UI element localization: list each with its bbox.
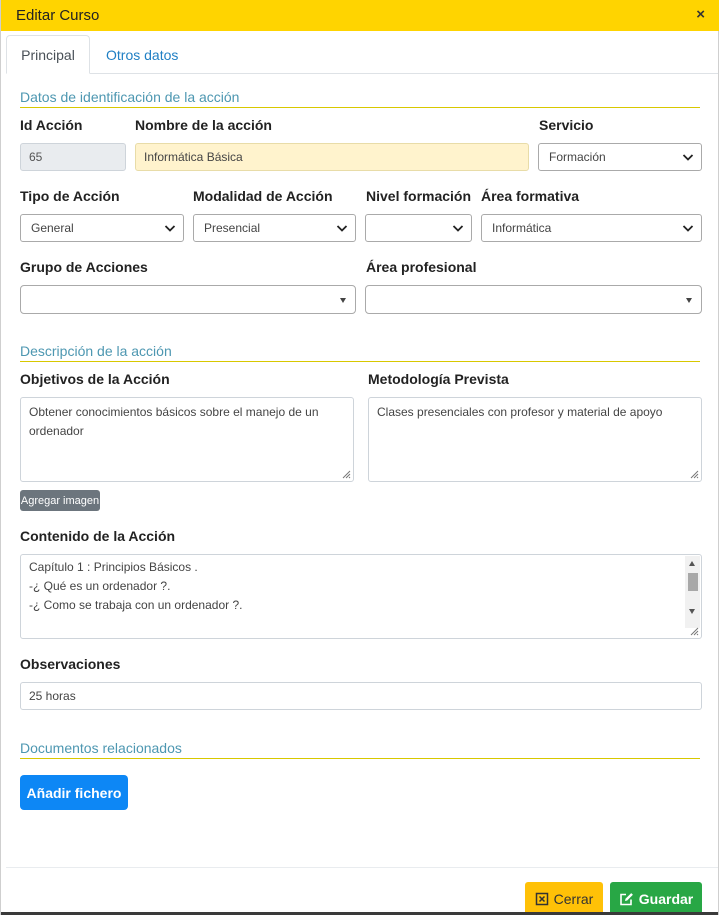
caret-down-icon (686, 298, 692, 303)
grupo-acciones-select[interactable] (20, 285, 356, 314)
label-objetivos: Objetivos de la Acción (20, 371, 170, 387)
label-metodologia: Metodología Prevista (368, 371, 509, 387)
resize-grip-icon[interactable] (690, 627, 699, 636)
servicio-select[interactable]: Formación (538, 143, 702, 171)
guardar-label: Guardar (638, 890, 694, 907)
cerrar-button[interactable]: Cerrar (525, 882, 603, 915)
section-title-documentos: Documentos relacionados (20, 740, 700, 759)
chevron-down-icon (336, 225, 348, 232)
tipo-accion-value: General (31, 221, 74, 235)
resize-grip-icon[interactable] (690, 470, 699, 479)
label-modalidad: Modalidad de Acción (193, 188, 333, 204)
chevron-down-icon (682, 154, 694, 161)
nivel-formacion-select[interactable] (365, 214, 472, 242)
guardar-button[interactable]: Guardar (610, 882, 702, 915)
contenido-textarea[interactable]: Capítulo 1 : Principios Básicos . -¿ Qué… (20, 554, 702, 639)
footer-divider (6, 867, 718, 868)
area-formativa-value: Informática (492, 221, 552, 235)
area-profesional-select[interactable] (365, 285, 702, 314)
modalidad-select[interactable]: Presencial (193, 214, 356, 242)
tab-bar: Principal Otros datos (6, 35, 718, 74)
label-nivel-formacion: Nivel formación (366, 188, 472, 204)
contenido-line: -¿ Qué es un ordenador ?. (29, 579, 171, 593)
close-box-icon (535, 892, 548, 905)
label-id-accion: Id Acción (20, 117, 83, 133)
label-grupo-acciones: Grupo de Acciones (20, 259, 148, 275)
cerrar-label: Cerrar (553, 890, 594, 907)
objetivos-textarea[interactable]: Obtener conocimientos básicos sobre el m… (20, 397, 354, 482)
metodologia-text: Clases presenciales con profesor y mater… (377, 405, 663, 419)
add-file-button[interactable]: Añadir fichero (20, 775, 128, 810)
tab-otros-datos[interactable]: Otros datos (92, 35, 192, 74)
label-tipo-accion: Tipo de Acción (20, 188, 120, 204)
resize-grip-icon[interactable] (342, 470, 351, 479)
metodologia-textarea[interactable]: Clases presenciales con profesor y mater… (368, 397, 702, 482)
caret-down-icon (340, 298, 346, 303)
label-servicio: Servicio (539, 117, 594, 133)
modal-title: Editar Curso (16, 7, 100, 24)
modal-header: Editar Curso × (1, 0, 719, 31)
add-image-button[interactable]: Agregar imagen (20, 490, 100, 511)
scrollbar-thumb[interactable] (688, 573, 698, 591)
label-area-profesional: Área profesional (366, 259, 477, 275)
modalidad-value: Presencial (204, 221, 261, 235)
label-nombre-accion: Nombre de la acción (135, 117, 272, 133)
scroll-down-icon[interactable] (689, 609, 695, 614)
contenido-line: -¿ Como se trabaja con un ordenador ?. (29, 598, 243, 612)
edit-course-modal: Editar Curso × Principal Otros datos Dat… (0, 0, 719, 915)
chevron-down-icon (452, 225, 464, 232)
tab-principal[interactable]: Principal (6, 35, 90, 74)
section-title-identificacion: Datos de identificación de la acción (20, 89, 700, 108)
scroll-up-icon[interactable] (689, 561, 695, 566)
edit-icon (619, 892, 633, 905)
tipo-accion-select[interactable]: General (20, 214, 184, 242)
contenido-line: Capítulo 1 : Principios Básicos . (29, 560, 198, 574)
area-formativa-select[interactable]: Informática (481, 214, 702, 242)
servicio-select-value: Formación (549, 150, 606, 164)
scrollbar[interactable] (685, 556, 700, 628)
id-accion-field: 65 (20, 143, 126, 171)
chevron-down-icon (164, 225, 176, 232)
chevron-down-icon (682, 225, 694, 232)
section-title-descripcion: Descripción de la acción (20, 343, 700, 362)
label-observaciones: Observaciones (20, 656, 121, 672)
objetivos-text: Obtener conocimientos básicos sobre el m… (29, 405, 319, 438)
close-icon[interactable]: × (696, 6, 705, 24)
observaciones-field[interactable]: 25 horas (20, 682, 702, 710)
label-contenido: Contenido de la Acción (20, 528, 176, 544)
label-area-formativa: Área formativa (481, 188, 580, 204)
nombre-accion-field[interactable]: Informática Básica (135, 143, 529, 171)
